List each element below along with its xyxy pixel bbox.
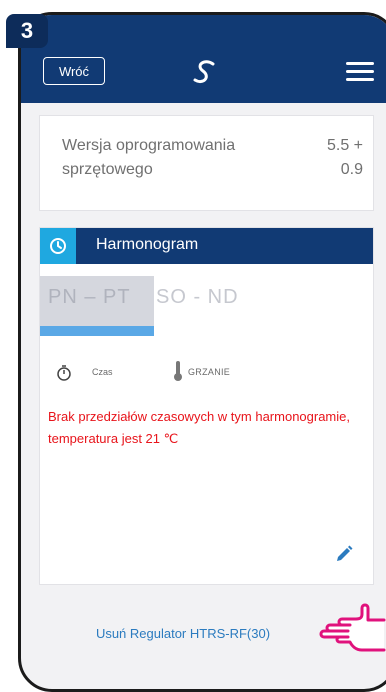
tab-mon-fri-indicator: [40, 326, 154, 336]
back-button[interactable]: Wróć: [43, 57, 105, 85]
top-bar: Wróć: [21, 15, 386, 103]
no-schedule-warning: Brak przedziałów czasowych w tym harmono…: [48, 409, 350, 446]
tab-sat-sun[interactable]: SO - ND: [156, 286, 239, 309]
step-badge: 3: [6, 14, 48, 48]
phone-frame: Wróć Wersja oprogramowania sprzętowego 5…: [18, 12, 386, 692]
stopwatch-icon: [57, 365, 71, 381]
legend-heating-label: GRZANIE: [188, 367, 231, 377]
firmware-version-value: 5.5 + 0.9: [326, 137, 363, 178]
pointing-hand-icon: [319, 603, 386, 652]
schedule-card: Harmonogram PN – PT SO - ND Czas GRZANIE…: [39, 227, 374, 585]
schedule-title: Harmonogram: [96, 236, 199, 253]
firmware-version-label: Wersja oprogramowania sprzętowego: [62, 137, 236, 178]
tab-mon-fri[interactable]: PN – PT: [40, 276, 154, 326]
hamburger-menu-icon[interactable]: [346, 62, 374, 81]
remove-regulator-label: Usuń Regulator HTRS-RF(30): [95, 626, 271, 641]
schedule-header: Harmonogram: [40, 228, 373, 264]
tab-mon-fri-label: PN – PT: [48, 286, 131, 308]
salus-logo-icon[interactable]: [189, 55, 223, 89]
legend-time-label: Czas: [92, 367, 113, 377]
schedule-clock-icon: [40, 228, 76, 264]
firmware-version-card: Wersja oprogramowania sprzętowego 5.5 + …: [39, 115, 374, 211]
edit-pencil-icon[interactable]: [334, 544, 354, 564]
thermometer-icon: [174, 361, 182, 381]
